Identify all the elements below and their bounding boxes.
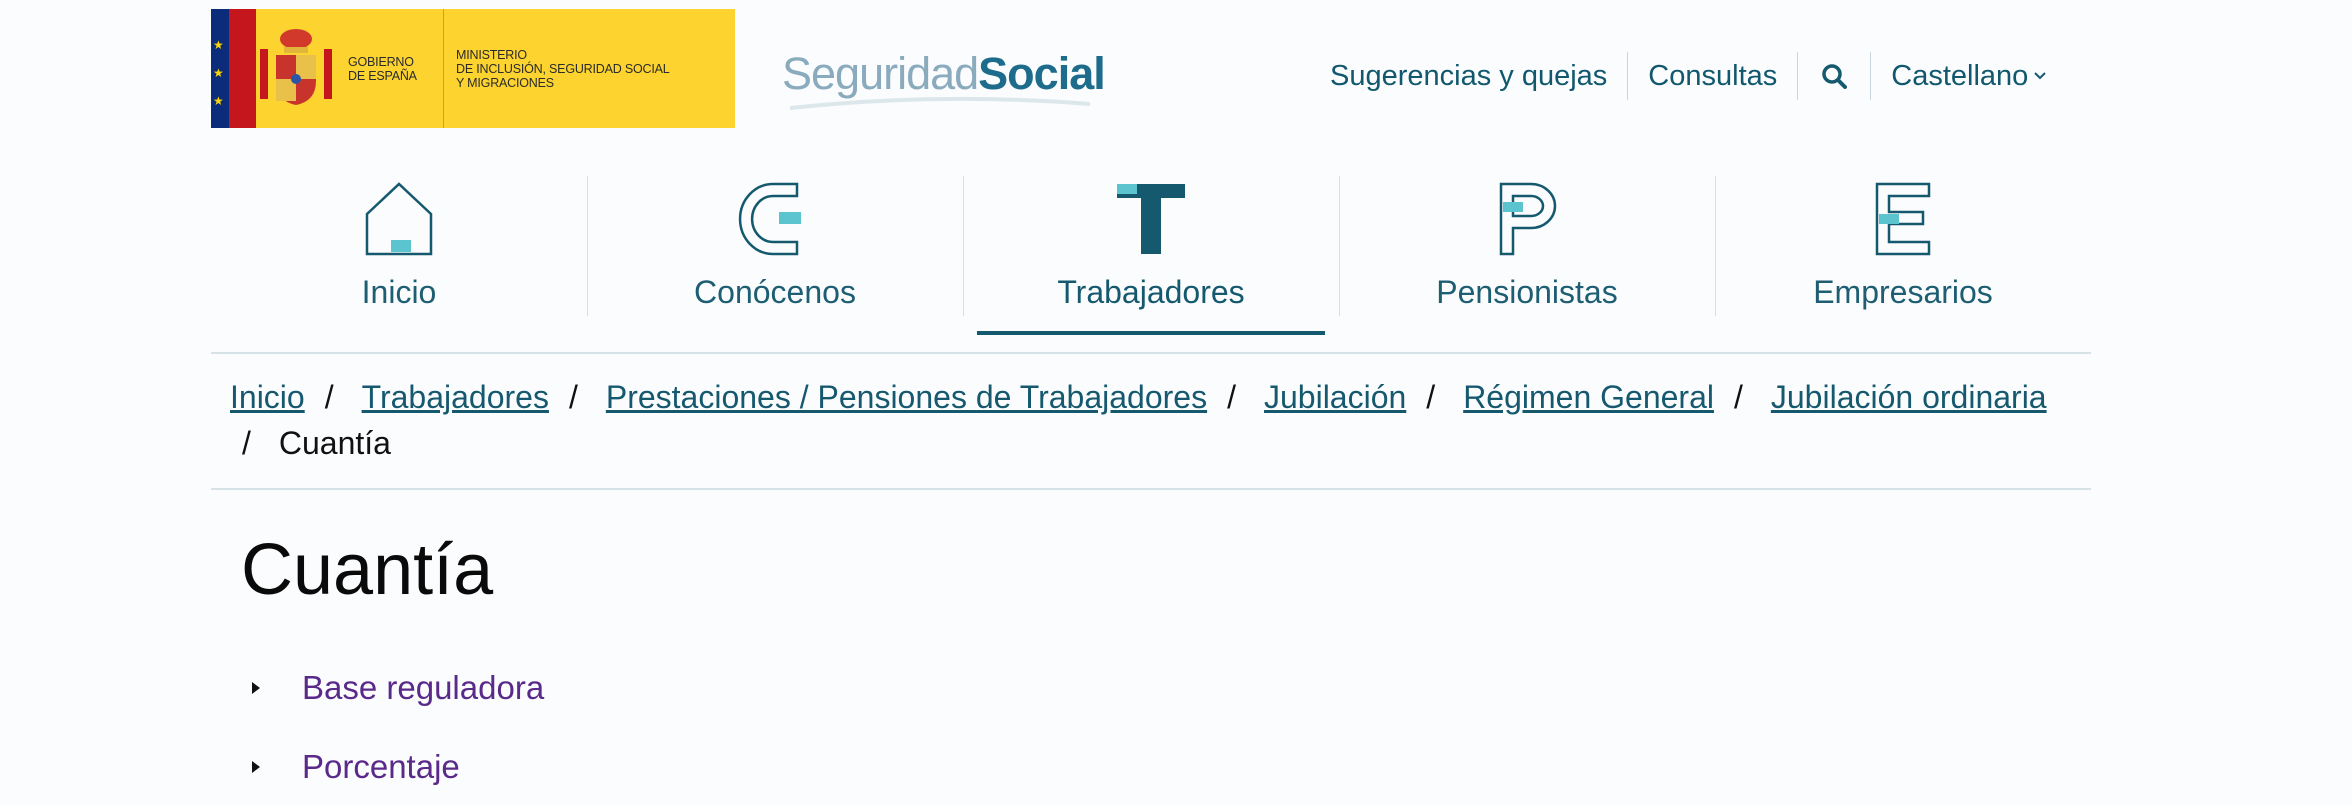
coat-of-arms-icon [256, 9, 336, 128]
main-nav: Inicio Conócenos Trabajadores Pensionist… [211, 170, 2091, 335]
nav-label: Inicio [361, 274, 437, 310]
ministry-label: MINISTERIO DE INCLUSIÓN, SEGURIDAD SOCIA… [456, 47, 670, 90]
nav-item-trabajadores[interactable]: Trabajadores [963, 170, 1339, 335]
letter-t-icon [1117, 184, 1185, 254]
nav-label: Pensionistas [1436, 274, 1618, 310]
chevron-down-icon [2034, 72, 2047, 80]
nav-item-empresarios[interactable]: Empresarios [1715, 170, 2091, 335]
divider [211, 488, 2091, 490]
site-header: ★ ★ ★ GOBIERNO DE ESPAÑA MINISTERIO DE I… [0, 0, 2352, 140]
government-label: GOBIERNO DE ESPAÑA [336, 9, 444, 128]
letter-p-icon [1499, 182, 1557, 256]
breadcrumb-link-trabajadores[interactable]: Trabajadores [362, 379, 549, 415]
utility-nav: Sugerencias y quejas Consultas Castellan… [1310, 48, 2066, 104]
search-icon [1822, 64, 1848, 89]
home-icon [365, 182, 433, 256]
breadcrumb-link-jubilacion-ordinaria[interactable]: Jubilación ordinaria [1771, 379, 2047, 415]
language-label: Castellano [1891, 59, 2029, 92]
accordion-list: Base reguladora Porcentaje [250, 648, 544, 806]
logo-swoosh-icon [790, 96, 1090, 110]
spain-flag-stripe [229, 9, 256, 128]
breadcrumb-separator: / [568, 379, 578, 415]
caret-right-icon [252, 760, 260, 773]
caret-right-icon [252, 681, 260, 694]
breadcrumb-separator: / [1733, 379, 1743, 415]
accordion-label: Base reguladora [302, 668, 545, 706]
suggestions-link[interactable]: Sugerencias y quejas [1310, 52, 1627, 100]
nav-label: Conócenos [694, 274, 856, 310]
breadcrumb-separator: / [324, 379, 334, 415]
breadcrumb-link-inicio[interactable]: Inicio [230, 379, 305, 415]
letter-e-icon [1875, 182, 1931, 256]
accordion-label: Porcentaje [302, 747, 460, 785]
nav-item-conocenos[interactable]: Conócenos [587, 170, 963, 335]
breadcrumb-link-regimen-general[interactable]: Régimen General [1463, 379, 1714, 415]
breadcrumb-separator: / [1227, 379, 1236, 415]
letter-c-icon [738, 182, 801, 256]
page-title: Cuantía [241, 530, 494, 610]
language-selector[interactable]: Castellano [1871, 52, 2066, 100]
breadcrumb-separator: / [1426, 379, 1436, 415]
breadcrumb: Inicio / Trabajadores / Prestaciones / Pensi… [230, 374, 2090, 466]
nav-label: Empresarios [1813, 274, 1993, 310]
nav-label: Trabajadores [1057, 274, 1245, 310]
eu-flag-strip: ★ ★ ★ [211, 9, 229, 128]
government-logo[interactable]: ★ ★ ★ GOBIERNO DE ESPAÑA MINISTERIO DE I… [211, 9, 735, 128]
search-button[interactable] [1798, 62, 1870, 90]
active-tab-indicator [977, 331, 1325, 335]
nav-item-pensionistas[interactable]: Pensionistas [1339, 170, 1715, 335]
accordion-item-porcentaje[interactable]: Porcentaje [250, 727, 544, 806]
breadcrumb-link-prestaciones[interactable]: Prestaciones / Pensiones de Trabajadores [606, 379, 1207, 415]
breadcrumb-line: / Cuantía [230, 420, 2090, 466]
breadcrumb-link-jubilacion[interactable]: Jubilación [1264, 379, 1406, 415]
nav-item-inicio[interactable]: Inicio [211, 170, 587, 335]
breadcrumb-separator: / [242, 425, 251, 461]
breadcrumb-current: Cuantía [278, 425, 391, 461]
consultations-link[interactable]: Consultas [1628, 52, 1797, 100]
divider [211, 352, 2091, 354]
accordion-item-base-reguladora[interactable]: Base reguladora [250, 648, 544, 727]
